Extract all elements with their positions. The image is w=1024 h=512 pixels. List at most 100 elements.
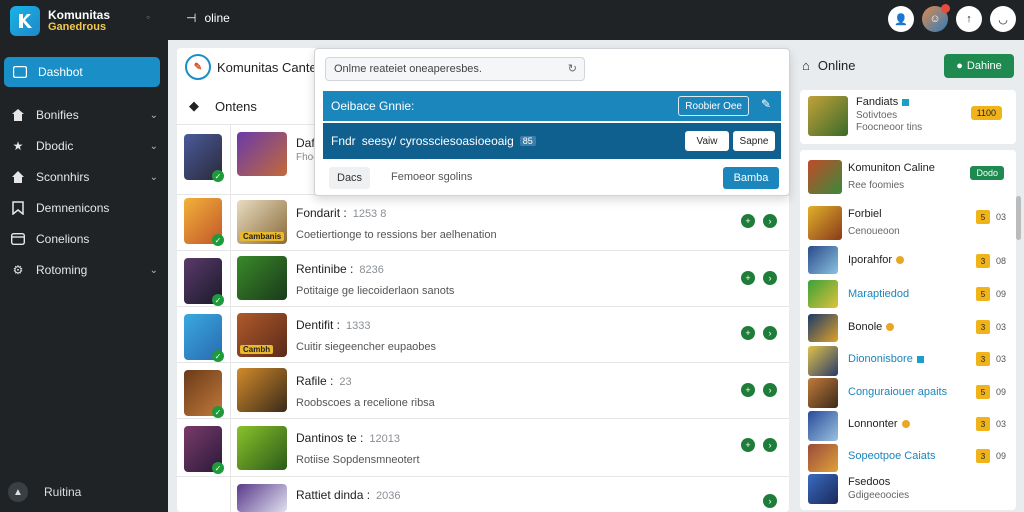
featured-card[interactable]: Fandiats Sotivtoes Foocneoor tins 1100 bbox=[800, 90, 1016, 144]
sidebar-item-4[interactable]: Demnenicons bbox=[10, 196, 158, 220]
sidebar-item-6[interactable]: ⚙ Rotoming ⌄ bbox=[10, 258, 158, 282]
thumbnail-tag: Cambanis bbox=[240, 232, 285, 241]
game-thumbnail[interactable] bbox=[237, 426, 287, 470]
forward-button[interactable]: › bbox=[763, 438, 777, 452]
player-avatar[interactable]: ✓ bbox=[184, 314, 224, 362]
list-thumbnail bbox=[808, 411, 838, 441]
community-logo-icon: ✎ bbox=[185, 54, 211, 80]
save-button[interactable]: Sapne bbox=[733, 131, 775, 151]
search-input[interactable]: Onlme reateiet oneaperesbes. ↻ bbox=[325, 57, 585, 81]
list-thumbnail bbox=[808, 206, 842, 240]
chevron-down-icon: ⌄ bbox=[149, 109, 158, 121]
main-header: ✎ Komunitas Cante bbox=[185, 54, 317, 80]
view-button[interactable]: Vaiw bbox=[685, 131, 729, 151]
list-item-tag: 3 bbox=[976, 320, 990, 334]
sidebar-item-5[interactable]: Conelions bbox=[10, 227, 158, 251]
house-icon bbox=[10, 169, 26, 185]
popup-header-bar: Oeibace Gnnie: Roobier Oee ✎ bbox=[323, 91, 781, 121]
chat-icon[interactable]: ◡ bbox=[990, 6, 1016, 32]
row-description: Coetiertionge to ressions ber aelhenatio… bbox=[296, 229, 497, 241]
list-item-tag: 3 bbox=[976, 352, 990, 366]
chevron-down-icon: ⌄ bbox=[149, 171, 158, 183]
brand[interactable]: Komunitas Ganedrous bbox=[0, 0, 168, 42]
upload-icon[interactable]: ↑ bbox=[956, 6, 982, 32]
user-icon: ▲ bbox=[8, 482, 28, 502]
primary-button[interactable]: Bamba bbox=[723, 167, 779, 189]
player-avatar[interactable]: ✓ bbox=[184, 370, 224, 418]
list-item-tag: 5 bbox=[976, 210, 990, 224]
game-thumbnail[interactable] bbox=[237, 256, 287, 300]
scrollbar[interactable] bbox=[1016, 196, 1021, 240]
featured-tag: 1100 bbox=[970, 106, 1002, 120]
divider bbox=[177, 306, 789, 307]
refresh-icon[interactable]: ↻ bbox=[568, 62, 577, 75]
check-icon: ✓ bbox=[212, 462, 224, 474]
player-avatar[interactable]: ✓ bbox=[184, 258, 224, 306]
list-item-sub: Cenoueoon bbox=[848, 226, 900, 237]
forward-button[interactable]: › bbox=[763, 383, 777, 397]
sidebar-footer[interactable]: ▲ Ruitina bbox=[8, 482, 81, 502]
sidebar-item-1[interactable]: Bonifies ⌄ bbox=[10, 103, 158, 127]
count-chip: 85 bbox=[519, 136, 536, 146]
game-thumbnail[interactable] bbox=[237, 484, 287, 512]
collapse-icon[interactable]: ◦ bbox=[146, 10, 150, 24]
popup-footer-text: Femoeor sgolins bbox=[391, 171, 473, 183]
topbar: ⊣ oline 👤 ☺ ↑ ◡ bbox=[168, 0, 1024, 40]
edit-icon[interactable]: ✎ bbox=[761, 97, 771, 111]
row-title[interactable]: Rentinibe :8236 bbox=[296, 262, 384, 276]
add-button[interactable]: + bbox=[741, 383, 755, 397]
list-item-name: Lonnonter bbox=[848, 418, 910, 430]
list-thumbnail bbox=[808, 280, 838, 308]
popup-header-button[interactable]: Roobier Oee bbox=[678, 96, 749, 116]
check-icon: ✓ bbox=[212, 350, 224, 362]
row-title[interactable]: Dentifit :1333 bbox=[296, 318, 371, 332]
add-button[interactable]: + bbox=[741, 326, 755, 340]
game-thumbnail[interactable] bbox=[237, 368, 287, 412]
forward-button[interactable]: › bbox=[763, 326, 777, 340]
player-avatar[interactable]: ✓ bbox=[184, 198, 224, 246]
add-button[interactable]: + bbox=[741, 438, 755, 452]
forward-button[interactable]: › bbox=[763, 271, 777, 285]
player-avatar[interactable]: ✓ bbox=[184, 426, 224, 474]
check-icon: ✓ bbox=[212, 234, 224, 246]
row-title[interactable]: Dantinos te :12013 bbox=[296, 431, 400, 445]
brand-subname: Ganedrous bbox=[48, 21, 107, 33]
game-thumbnail[interactable]: Cambanis bbox=[237, 200, 287, 244]
list-item-name: Iporahfor bbox=[848, 254, 905, 266]
row-title[interactable]: Fondarit :1253 8 bbox=[296, 206, 386, 220]
popup-selected-bar[interactable]: Fndr seesy/ cyrossciesoasioeoaig 85 Vaiw… bbox=[323, 123, 781, 159]
sidebar-item-label: Sconnhirs bbox=[36, 170, 90, 184]
list-item-tag: 5 bbox=[976, 385, 990, 399]
top-menu[interactable]: ⊣ oline bbox=[186, 11, 230, 25]
section-icon: ◆ bbox=[189, 98, 199, 113]
divider bbox=[177, 418, 789, 419]
forward-button[interactable]: › bbox=[763, 494, 777, 508]
sidebar-item-dashboard[interactable]: Dashbot bbox=[4, 57, 160, 87]
sidebar-item-2[interactable]: ★ Dbodic ⌄ bbox=[10, 134, 158, 158]
player-avatar[interactable]: ✓ bbox=[184, 134, 224, 182]
profile-icon[interactable]: 👤 bbox=[888, 6, 914, 32]
docs-button[interactable]: Dacs bbox=[329, 167, 371, 189]
game-thumbnail[interactable]: Cambh bbox=[237, 313, 287, 357]
brand-logo-icon bbox=[10, 6, 40, 36]
list-thumbnail bbox=[808, 160, 842, 194]
avatar[interactable]: ☺ bbox=[922, 4, 950, 32]
sidebar-item-label: Bonifies bbox=[36, 108, 79, 122]
divider bbox=[177, 362, 789, 363]
list-item-sub: Gdigeeoocies bbox=[848, 490, 910, 501]
row-title[interactable]: Rafile :23 bbox=[296, 374, 352, 388]
back-icon[interactable]: ⊣ bbox=[186, 11, 196, 25]
online-button[interactable]: ● Dahine bbox=[944, 54, 1014, 78]
game-thumbnail[interactable] bbox=[237, 132, 287, 176]
row-title[interactable]: Rattiet dinda :2036 bbox=[296, 488, 401, 502]
popup-header-label: Oeibace Gnnie: bbox=[331, 99, 415, 113]
sidebar-item-label: Conelions bbox=[36, 232, 90, 246]
sidebar-item-3[interactable]: Sconnhirs ⌄ bbox=[10, 165, 158, 189]
forward-button[interactable]: › bbox=[763, 214, 777, 228]
right-title: ⌂ Online bbox=[802, 58, 856, 73]
add-button[interactable]: + bbox=[741, 271, 755, 285]
row-description: Potitaige ge liecoiderlaon sanots bbox=[296, 285, 455, 297]
add-button[interactable]: + bbox=[741, 214, 755, 228]
sidebar-footer-label: Ruitina bbox=[44, 485, 82, 499]
window-icon bbox=[10, 231, 26, 247]
